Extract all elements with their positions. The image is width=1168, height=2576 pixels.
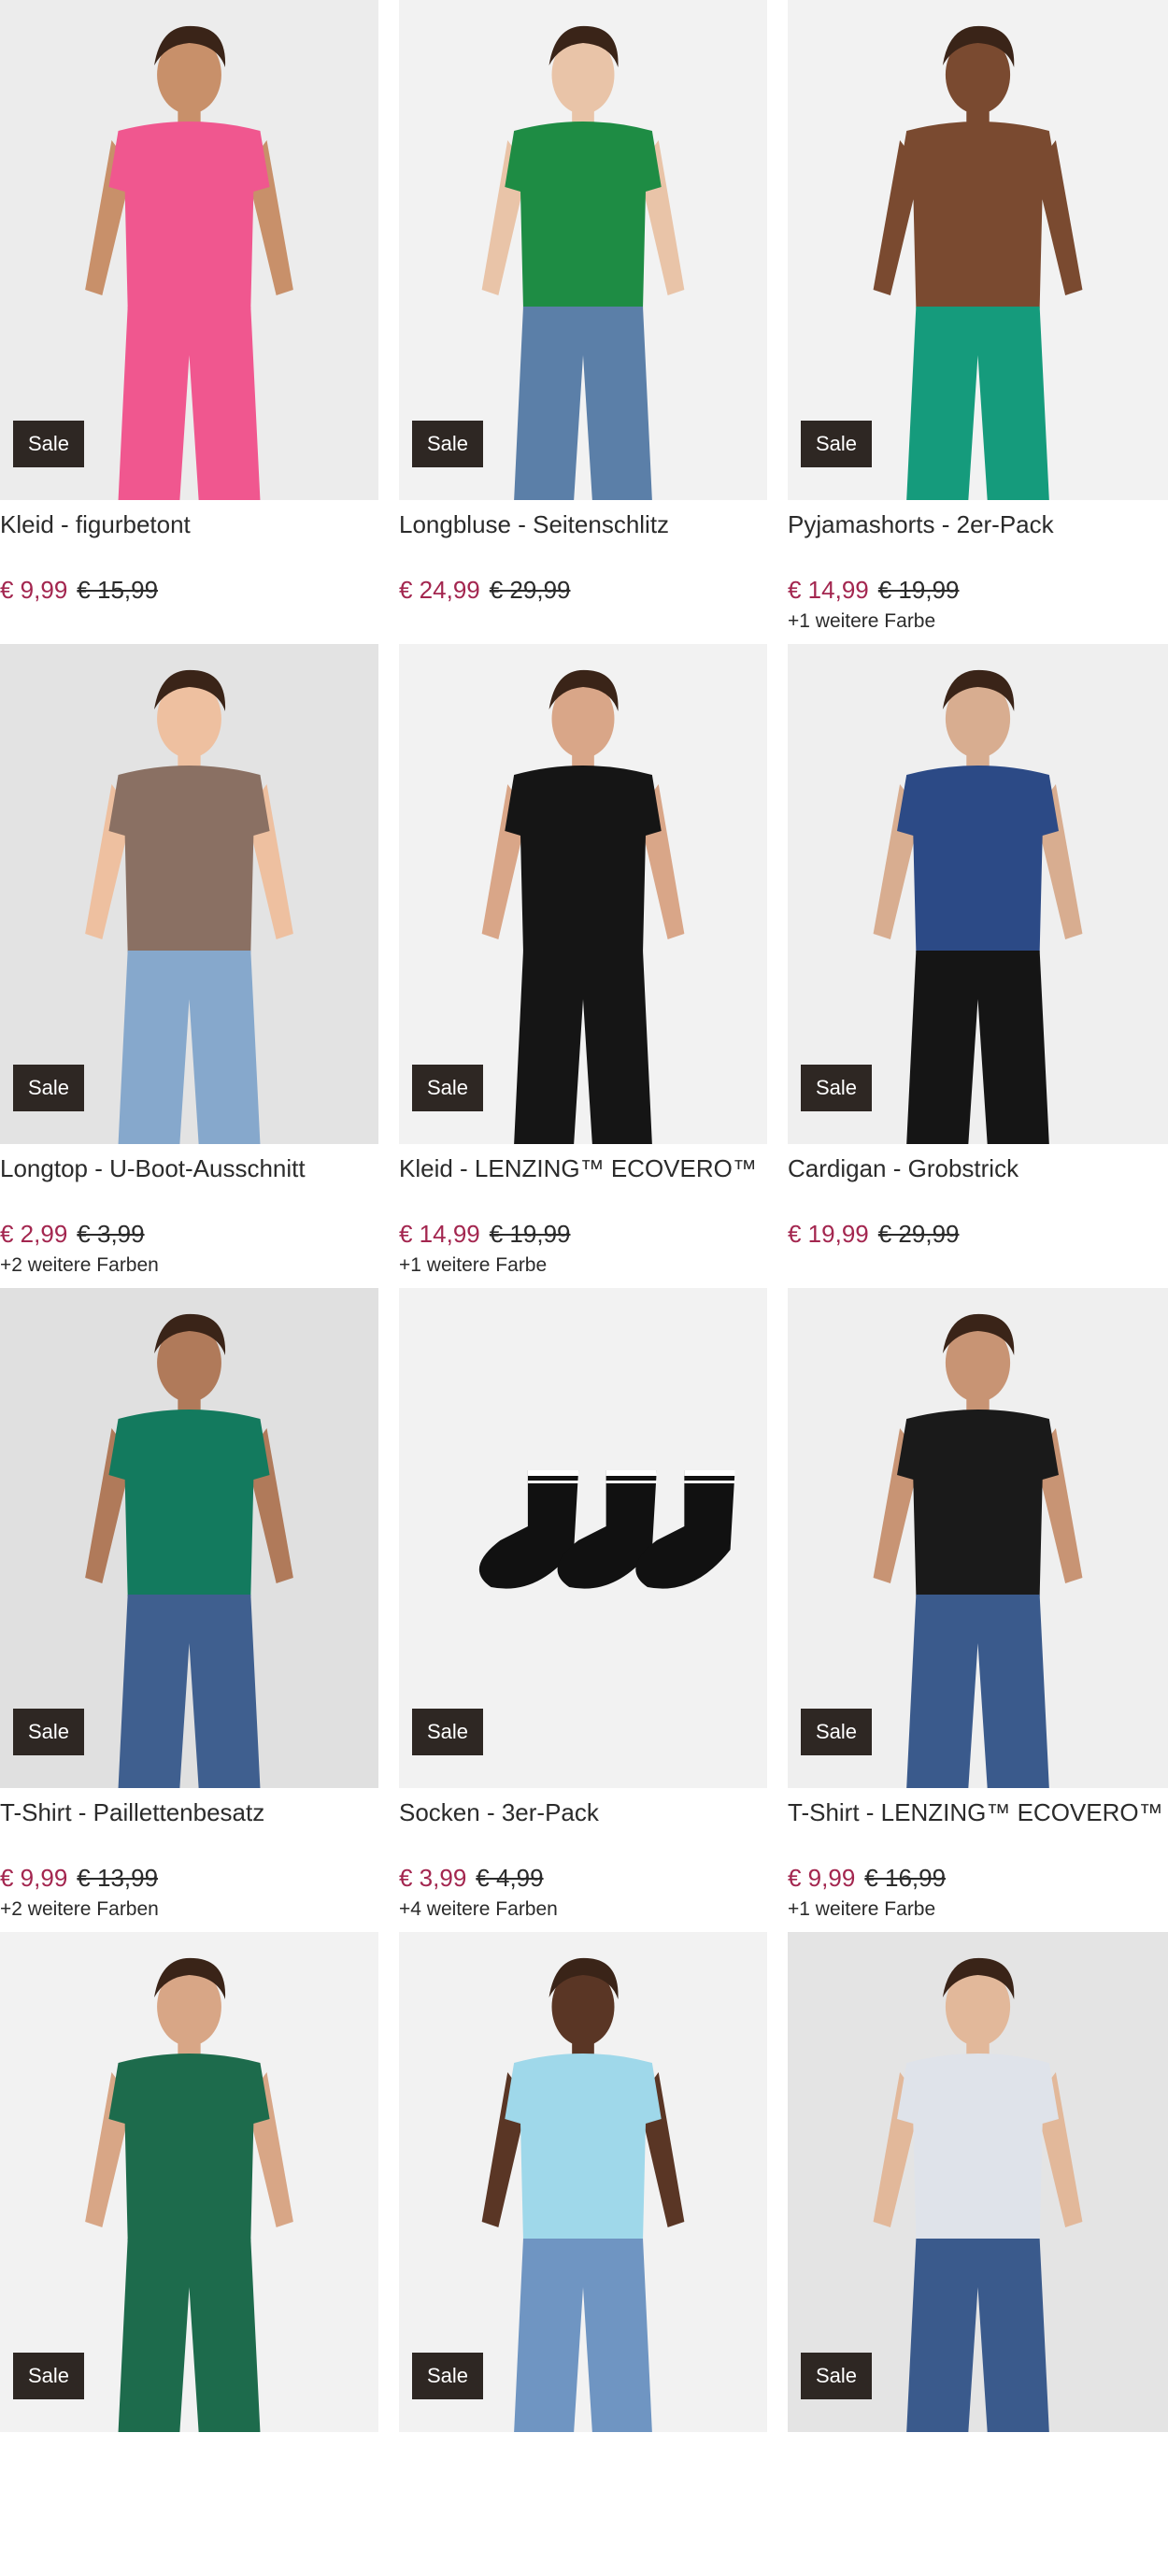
product-title[interactable]: Socken - 3er-Pack (399, 1797, 767, 1829)
product-title[interactable]: Longbluse - Seitenschlitz (399, 509, 767, 541)
sale-badge: Sale (13, 1065, 85, 1111)
original-price: € 16,99 (864, 1863, 947, 1892)
product-image[interactable]: Sale (788, 1932, 1168, 2432)
product-prices: € 14,99 € 19,99 (788, 576, 1168, 605)
sale-badge: Sale (412, 421, 484, 467)
sale-badge: Sale (801, 421, 873, 467)
product-image[interactable]: Sale (0, 1288, 378, 1788)
sale-price: € 9,99 (0, 1863, 68, 1892)
product-image[interactable]: Sale (788, 644, 1168, 1144)
sale-price: € 9,99 (0, 575, 68, 604)
more-colors-link[interactable]: +1 weitere Farbe (788, 1898, 1168, 1921)
product-card-1[interactable]: Sale Kleid - figurbetont € 9,99 € 15,99 (0, 0, 389, 644)
product-prices (0, 2476, 378, 2505)
product-card-7[interactable]: Sale T-Shirt - Paillettenbesatz € 9,99 € … (0, 1288, 389, 1932)
product-title[interactable]: Longtop - U-Boot-Ausschnitt (0, 1153, 378, 1185)
product-title[interactable]: T-Shirt - Paillettenbesatz (0, 1797, 378, 1829)
more-colors-link[interactable]: +2 weitere Farben (0, 1898, 378, 1921)
sale-badge: Sale (801, 1709, 873, 1755)
product-title[interactable]: Kleid - LENZING™ ECOVERO™ (399, 1153, 767, 1185)
product-prices: € 9,99 € 13,99 (0, 1864, 378, 1893)
sale-price: € 2,99 (0, 1219, 68, 1248)
product-image[interactable]: Sale (0, 644, 378, 1144)
sale-badge: Sale (801, 2353, 873, 2399)
product-image[interactable]: Sale (788, 1288, 1168, 1788)
sale-price: € 24,99 (399, 575, 480, 604)
sale-badge: Sale (13, 421, 85, 467)
product-image[interactable]: Sale (399, 644, 767, 1144)
product-title[interactable]: T-Shirt - LENZING™ ECOVERO™ (788, 1797, 1168, 1829)
sale-badge: Sale (412, 2353, 484, 2399)
product-image[interactable]: Sale (0, 0, 378, 500)
product-image[interactable]: Sale (399, 1932, 767, 2432)
sale-badge: Sale (13, 2353, 85, 2399)
more-colors-link[interactable]: +1 weitere Farbe (399, 1254, 767, 1277)
product-card-5[interactable]: Sale Kleid - LENZING™ ECOVERO™ € 14,99 € … (389, 644, 777, 1288)
product-prices: € 14,99 € 19,99 (399, 1220, 767, 1249)
original-price: € 19,99 (489, 1219, 571, 1248)
product-card-8[interactable]: Sale Socken - 3er-Pack € 3,99 € 4,99 +4 w… (389, 1288, 777, 1932)
product-card-10[interactable]: Sale (0, 1932, 389, 2576)
sale-price: € 9,99 (788, 1863, 856, 1892)
original-price: € 13,99 (77, 1863, 159, 1892)
sale-badge: Sale (13, 1709, 85, 1755)
product-prices: € 9,99 € 16,99 (788, 1864, 1168, 1893)
sale-price: € 3,99 (399, 1863, 467, 1892)
product-title[interactable]: Cardigan - Grobstrick (788, 1153, 1168, 1185)
product-card-3[interactable]: Sale Pyjamashorts - 2er-Pack € 14,99 € 19… (777, 0, 1168, 644)
original-price: € 19,99 (877, 575, 960, 604)
product-image[interactable]: Sale (788, 0, 1168, 500)
sale-price: € 19,99 (788, 1219, 869, 1248)
product-title[interactable]: Kleid - figurbetont (0, 509, 378, 541)
product-prices: € 9,99 € 15,99 (0, 576, 378, 605)
product-grid: Sale Kleid - figurbetont € 9,99 € 15,99 S… (0, 0, 1168, 2576)
sale-badge: Sale (801, 1065, 873, 1111)
original-price: € 29,99 (489, 575, 571, 604)
product-prices (788, 2476, 1168, 2505)
product-prices: € 2,99 € 3,99 (0, 1220, 378, 1249)
product-card-2[interactable]: Sale Longbluse - Seitenschlitz € 24,99 € … (389, 0, 777, 644)
product-card-12[interactable]: Sale (777, 1932, 1168, 2576)
original-price: € 29,99 (877, 1219, 960, 1248)
more-colors-link[interactable]: +1 weitere Farbe (788, 610, 1168, 633)
product-image[interactable]: Sale (0, 1932, 378, 2432)
sale-price: € 14,99 (399, 1219, 480, 1248)
product-card-11[interactable]: Sale (389, 1932, 777, 2576)
product-prices: € 3,99 € 4,99 (399, 1864, 767, 1893)
product-card-4[interactable]: Sale Longtop - U-Boot-Ausschnitt € 2,99 €… (0, 644, 389, 1288)
product-prices (399, 2476, 767, 2505)
product-image[interactable]: Sale (399, 0, 767, 500)
original-price: € 15,99 (77, 575, 159, 604)
product-card-6[interactable]: Sale Cardigan - Grobstrick € 19,99 € 29,9… (777, 644, 1168, 1288)
original-price: € 3,99 (77, 1219, 145, 1248)
product-prices: € 19,99 € 29,99 (788, 1220, 1168, 1249)
product-card-9[interactable]: Sale T-Shirt - LENZING™ ECOVERO™ € 9,99 €… (777, 1288, 1168, 1932)
product-image[interactable]: Sale (399, 1288, 767, 1788)
sale-badge: Sale (412, 1709, 484, 1755)
product-title[interactable]: Pyjamashorts - 2er-Pack (788, 509, 1168, 541)
more-colors-link[interactable]: +2 weitere Farben (0, 1254, 378, 1277)
original-price: € 4,99 (476, 1863, 544, 1892)
sale-badge: Sale (412, 1065, 484, 1111)
sale-price: € 14,99 (788, 575, 869, 604)
product-prices: € 24,99 € 29,99 (399, 576, 767, 605)
more-colors-link[interactable]: +4 weitere Farben (399, 1898, 767, 1921)
